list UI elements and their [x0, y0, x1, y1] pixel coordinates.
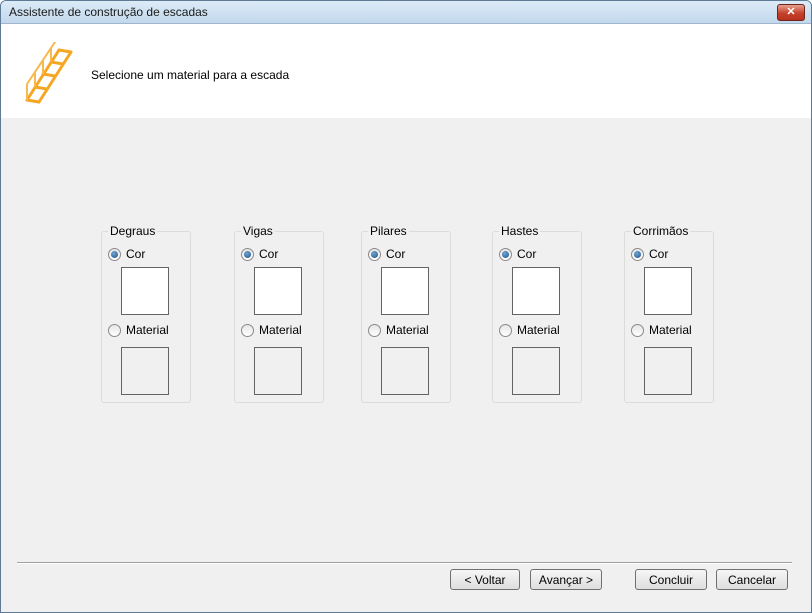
back-button[interactable]: < Voltar — [450, 569, 520, 590]
footer-separator — [17, 562, 792, 564]
group-label: Pilares — [368, 224, 409, 238]
radio-color-degraus[interactable]: Cor — [108, 247, 145, 261]
radio-color-vigas[interactable]: Cor — [241, 247, 278, 261]
group-degraus: Degraus Cor Material — [101, 224, 191, 403]
color-swatch-degraus[interactable] — [121, 267, 169, 315]
radio-material-hastes[interactable]: Material — [499, 323, 560, 337]
radio-button[interactable] — [499, 323, 512, 337]
radio-button[interactable] — [108, 247, 121, 261]
radio-label: Material — [126, 323, 169, 337]
close-icon: ✕ — [786, 6, 796, 18]
group-label: Corrimãos — [631, 224, 691, 238]
material-swatch-corrimaos[interactable] — [644, 347, 692, 395]
radio-label: Cor — [517, 247, 537, 261]
radio-button[interactable] — [631, 247, 644, 261]
color-swatch-pilares[interactable] — [381, 267, 429, 315]
wizard-header: Selecione um material para a escada — [1, 24, 811, 118]
instruction-text: Selecione um material para a escada — [91, 68, 290, 82]
color-swatch-hastes[interactable] — [512, 267, 560, 315]
radio-button[interactable] — [499, 247, 512, 261]
radio-button[interactable] — [241, 247, 254, 261]
material-swatch-degraus[interactable] — [121, 347, 169, 395]
radio-material-vigas[interactable]: Material — [241, 323, 302, 337]
group-label: Degraus — [108, 224, 158, 238]
radio-button[interactable] — [368, 323, 381, 337]
radio-button[interactable] — [368, 247, 381, 261]
material-swatch-vigas[interactable] — [254, 347, 302, 395]
radio-label: Cor — [649, 247, 669, 261]
radio-material-corrimaos[interactable]: Material — [631, 323, 692, 337]
group-label: Hastes — [499, 224, 541, 238]
radio-color-hastes[interactable]: Cor — [499, 247, 536, 261]
radio-label: Material — [517, 323, 560, 337]
color-swatch-vigas[interactable] — [254, 267, 302, 315]
radio-label: Cor — [386, 247, 406, 261]
radio-button[interactable] — [108, 323, 121, 337]
radio-color-corrimaos[interactable]: Cor — [631, 247, 668, 261]
color-swatch-corrimaos[interactable] — [644, 267, 692, 315]
window-title: Assistente de construção de escadas — [9, 5, 208, 19]
radio-material-pilares[interactable]: Material — [368, 323, 429, 337]
group-corrimaos: Corrimãos Cor Material — [624, 224, 714, 403]
finish-button[interactable]: Concluir — [635, 569, 707, 590]
radio-label: Material — [259, 323, 302, 337]
radio-button[interactable] — [241, 323, 254, 337]
radio-button[interactable] — [631, 323, 644, 337]
material-swatch-pilares[interactable] — [381, 347, 429, 395]
radio-label: Cor — [259, 247, 279, 261]
stair-icon — [25, 42, 73, 104]
radio-material-degraus[interactable]: Material — [108, 323, 169, 337]
title-bar[interactable]: Assistente de construção de escadas ✕ — [1, 1, 811, 24]
group-label: Vigas — [241, 224, 275, 238]
radio-label: Material — [386, 323, 429, 337]
radio-label: Cor — [126, 247, 146, 261]
radio-label: Material — [649, 323, 692, 337]
material-swatch-hastes[interactable] — [512, 347, 560, 395]
cancel-button[interactable]: Cancelar — [716, 569, 788, 590]
group-hastes: Hastes Cor Material — [492, 224, 582, 403]
group-vigas: Vigas Cor Material — [234, 224, 324, 403]
wizard-window: Assistente de construção de escadas ✕ Se… — [0, 0, 812, 613]
close-button[interactable]: ✕ — [777, 4, 805, 21]
group-pilares: Pilares Cor Material — [361, 224, 451, 403]
radio-color-pilares[interactable]: Cor — [368, 247, 405, 261]
next-button[interactable]: Avançar > — [530, 569, 602, 590]
